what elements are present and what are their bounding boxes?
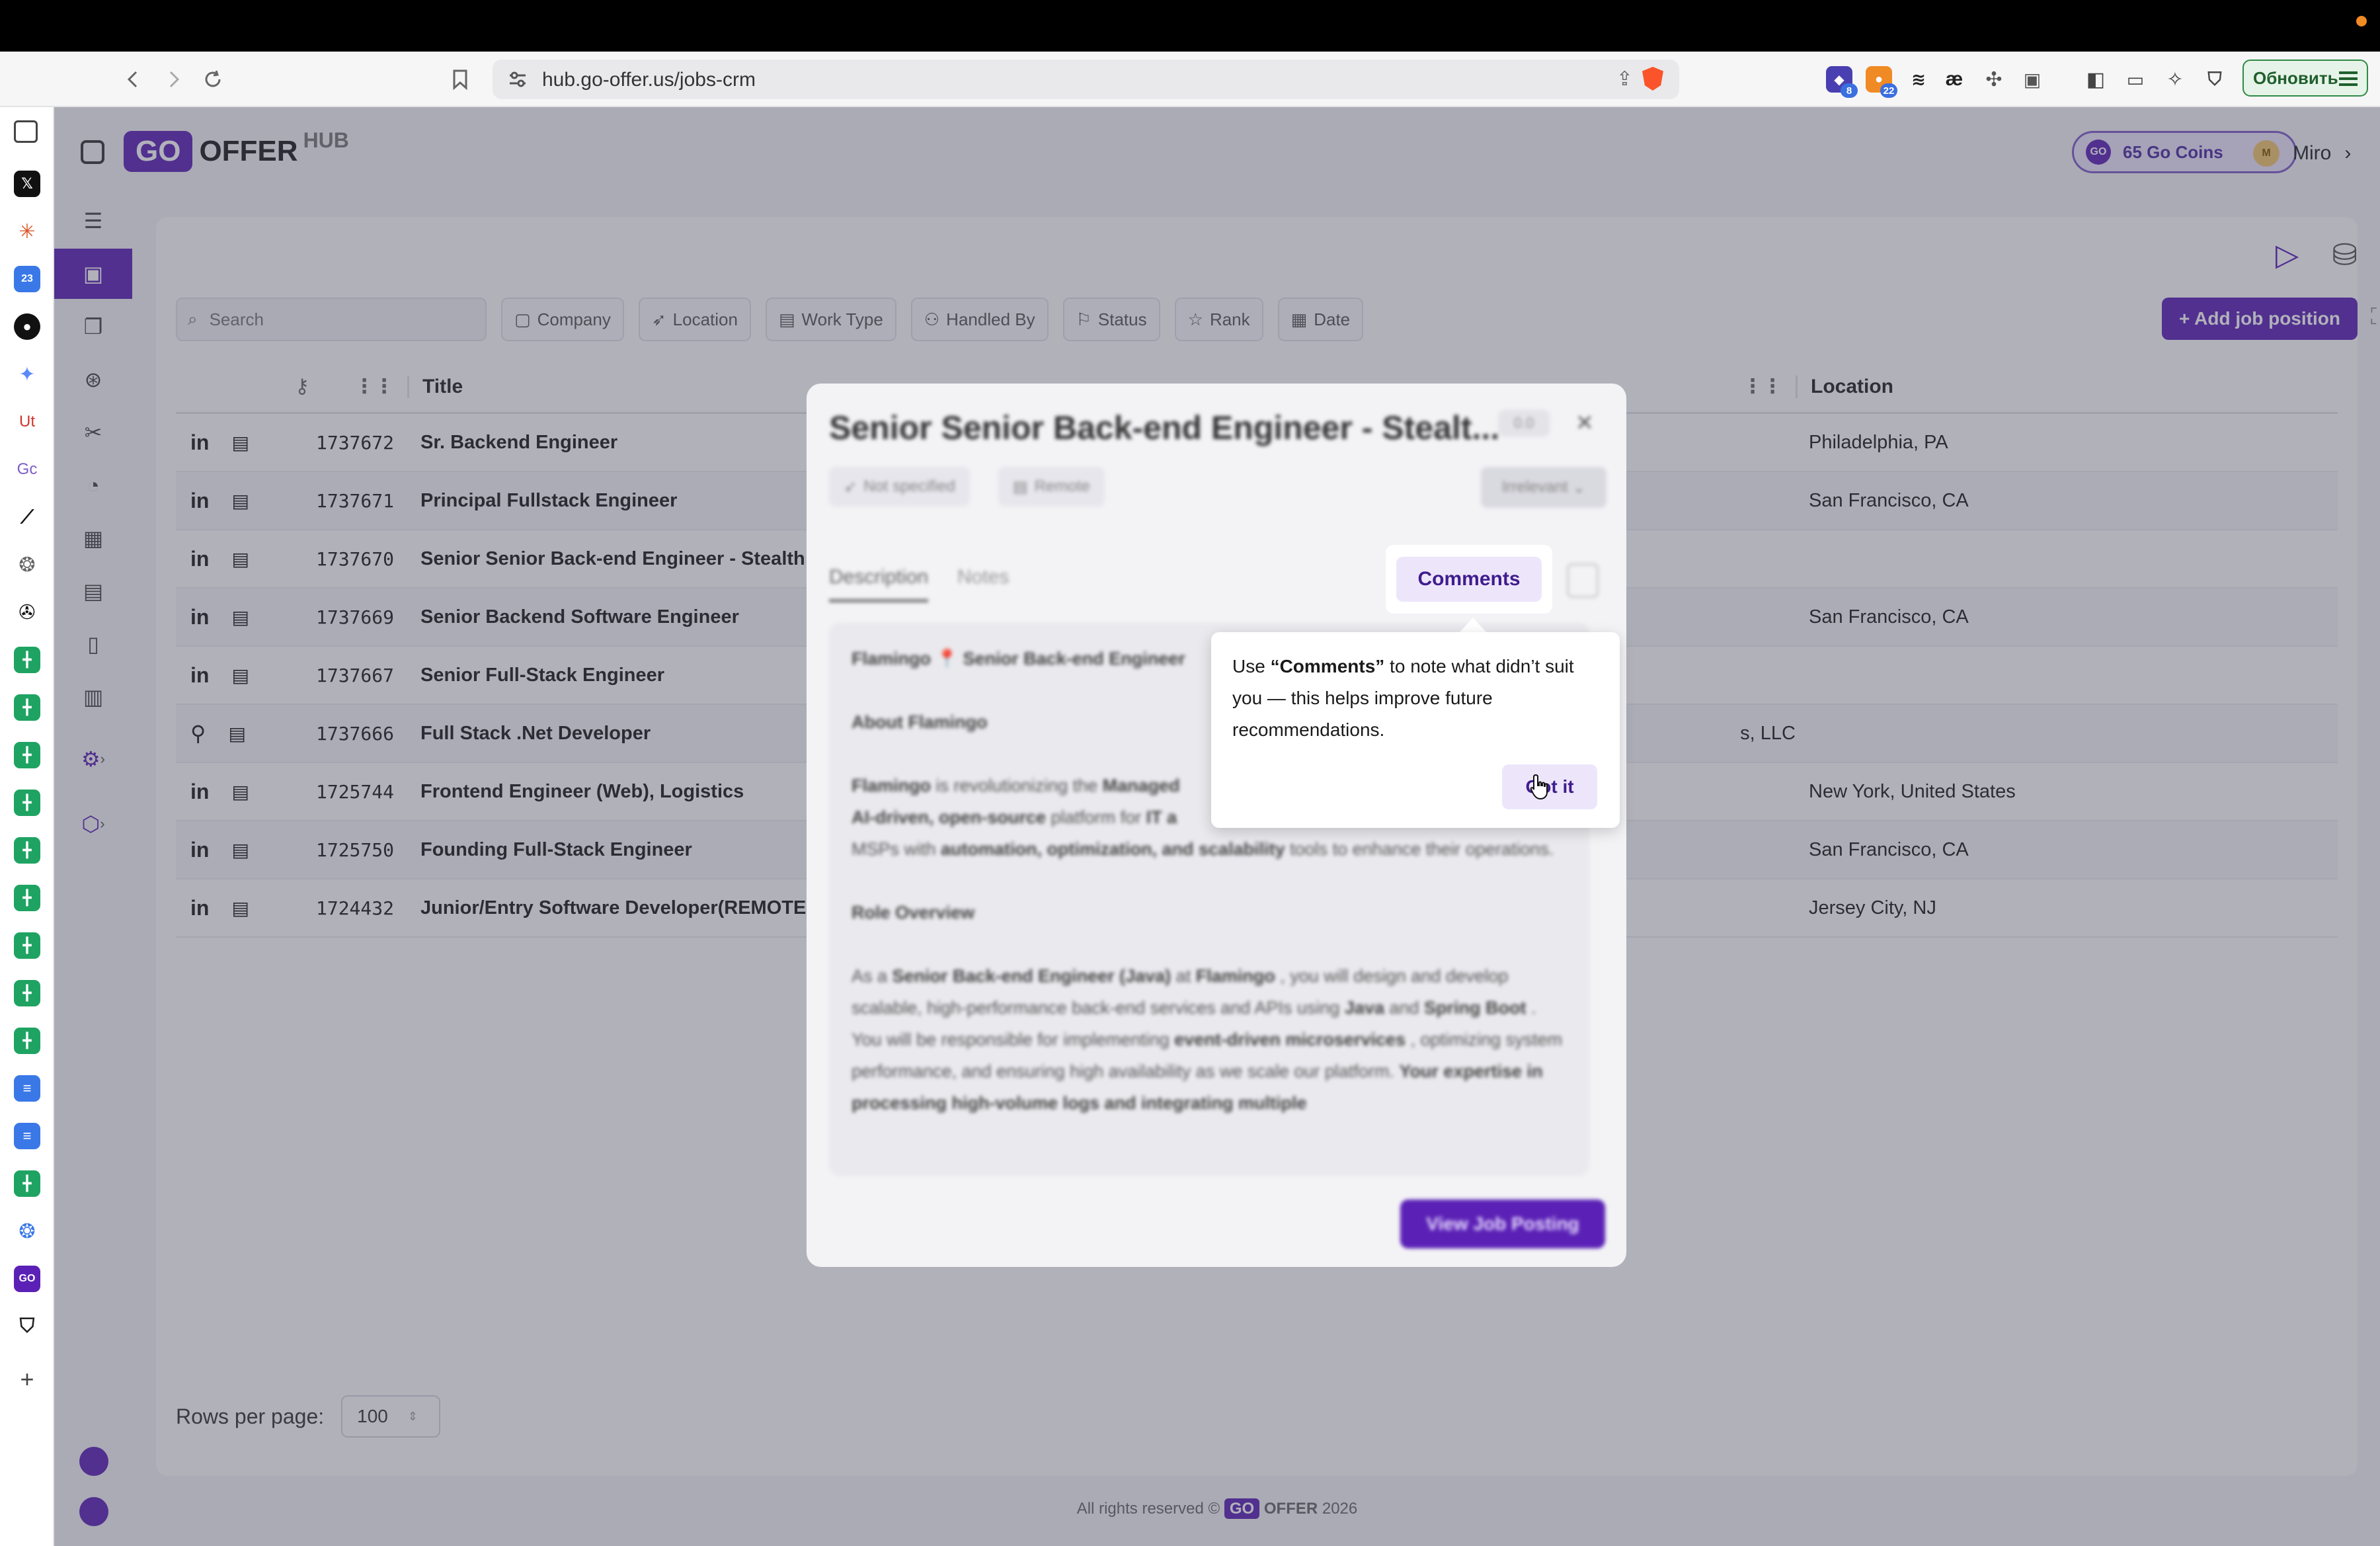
tab-shield-icon[interactable]: ⛉: [14, 1313, 40, 1340]
close-icon[interactable]: ×: [1576, 406, 1593, 439]
tab-x-icon[interactable]: 𝕏: [14, 171, 40, 197]
tab-gc-icon[interactable]: Gc: [14, 456, 40, 483]
tab-sheets-icon[interactable]: ╋: [14, 694, 40, 721]
location-tag: ➶ Not specified: [829, 467, 970, 507]
onboarding-tooltip: Use “Comments” to note what didn’t suit …: [1211, 632, 1620, 828]
location-arrow-icon: ➶: [844, 477, 857, 496]
tab-github-icon[interactable]: ●: [14, 313, 40, 340]
url-text[interactable]: hub.go-offer.us/jobs-crm: [542, 69, 756, 91]
reload-icon[interactable]: [196, 62, 230, 97]
tab-gemini-icon[interactable]: ✦: [14, 361, 40, 387]
tab-notes[interactable]: Notes: [957, 566, 1009, 589]
tab-openai-icon[interactable]: ✇: [14, 599, 40, 626]
tab-sheets-icon[interactable]: ╋: [14, 837, 40, 864]
bookmark-icon[interactable]: [443, 62, 477, 97]
browser-update-button[interactable]: Обновить: [2242, 60, 2368, 97]
brave-shields-icon[interactable]: [1642, 67, 1663, 91]
tab-sheets-icon[interactable]: ╋: [14, 980, 40, 1006]
tab-claude-icon[interactable]: ✳: [14, 218, 40, 245]
tab-ut-icon[interactable]: Ut: [14, 409, 40, 435]
tab-docs-icon[interactable]: ≡: [14, 1123, 40, 1149]
extension-orange-icon[interactable]: ● 22: [1866, 66, 1897, 98]
tab-sheets-icon[interactable]: ╋: [14, 885, 40, 911]
tab-sheets-icon[interactable]: ╋: [14, 932, 40, 959]
new-tab-plus-icon[interactable]: +: [14, 1365, 40, 1393]
modal-title: Senior Senior Back-end Engineer - Stealt…: [829, 409, 1500, 446]
recording-indicator-icon: [2356, 16, 2367, 26]
vpn-shield-icon[interactable]: ⛉: [2202, 66, 2228, 93]
browser-toolbar: hub.go-offer.us/jobs-crm ⇪ ◆ 8 ● 22 ≋ æ ✣ …: [0, 52, 2380, 107]
match-score-badge: 0.0: [1498, 410, 1550, 436]
address-bar[interactable]: hub.go-offer.us/jobs-crm ⇪: [493, 60, 1679, 99]
share-icon[interactable]: ⇪: [1616, 67, 1633, 91]
extensions-puzzle-icon[interactable]: ✣: [1981, 66, 2007, 93]
tab-sheets-icon[interactable]: ╋: [14, 1028, 40, 1054]
tab-sheets-icon[interactable]: ╋: [14, 647, 40, 673]
browser-vertical-tabs: 𝕏 ✳ 23 ● ✦ Ut Gc ⟋ ❂ ✇ ╋ ╋ ╋ ╋ ╋ ╋ ╋ ╋ ╋…: [0, 107, 54, 1546]
tab-docs-icon[interactable]: ≡: [14, 1075, 40, 1102]
rank-select[interactable]: Irrelevant ⌄: [1481, 467, 1606, 508]
back-arrow-icon[interactable]: [116, 62, 151, 97]
menu-icon: [2339, 71, 2358, 86]
tooltip-text: Use “Comments” to note what didn’t suit …: [1232, 656, 1574, 740]
comments-button[interactable]: Comments: [1396, 557, 1542, 602]
sidebar-panel-icon[interactable]: ◧: [2082, 66, 2109, 93]
tab-description[interactable]: Description: [829, 566, 929, 602]
extension-purple-icon[interactable]: ◆ 8: [1826, 66, 1858, 98]
forward-arrow-icon[interactable]: [156, 62, 190, 97]
extension-books-icon[interactable]: ≋: [1905, 66, 1932, 93]
tab-link-icon[interactable]: ⟋: [14, 504, 40, 530]
tab-openai-blue-icon[interactable]: ❂: [14, 1218, 40, 1244]
site-settings-icon[interactable]: [507, 69, 528, 90]
extension-ae-icon[interactable]: æ: [1941, 66, 1967, 93]
tab-screenshot-icon[interactable]: ▣: [2019, 66, 2045, 93]
wallet-icon[interactable]: ▭: [2122, 66, 2149, 93]
building-icon: ▤: [1013, 477, 1028, 496]
leo-ai-icon[interactable]: ✧: [2162, 66, 2188, 93]
tab-sheets-icon[interactable]: ╋: [14, 742, 40, 768]
tab-sheets-icon[interactable]: ╋: [14, 790, 40, 816]
tab-go-offer-icon[interactable]: GO: [14, 1266, 40, 1292]
tooltip-arrow: [1458, 618, 1488, 633]
hand-cursor-icon: [1530, 774, 1548, 800]
tab-calendar-icon[interactable]: 23: [14, 266, 40, 292]
view-job-posting-button[interactable]: View Job Posting: [1400, 1200, 1605, 1248]
got-it-button[interactable]: Got it: [1502, 764, 1597, 809]
document-icon[interactable]: [1567, 563, 1599, 598]
macos-menu-bar: [0, 0, 2380, 52]
tab-sheets-icon[interactable]: ╋: [14, 1170, 40, 1197]
work-type-tag: ▤ Remote: [998, 467, 1105, 507]
tab-chatgpt-icon[interactable]: ❂: [14, 551, 40, 578]
sidebar-toggle-icon[interactable]: [14, 120, 38, 143]
